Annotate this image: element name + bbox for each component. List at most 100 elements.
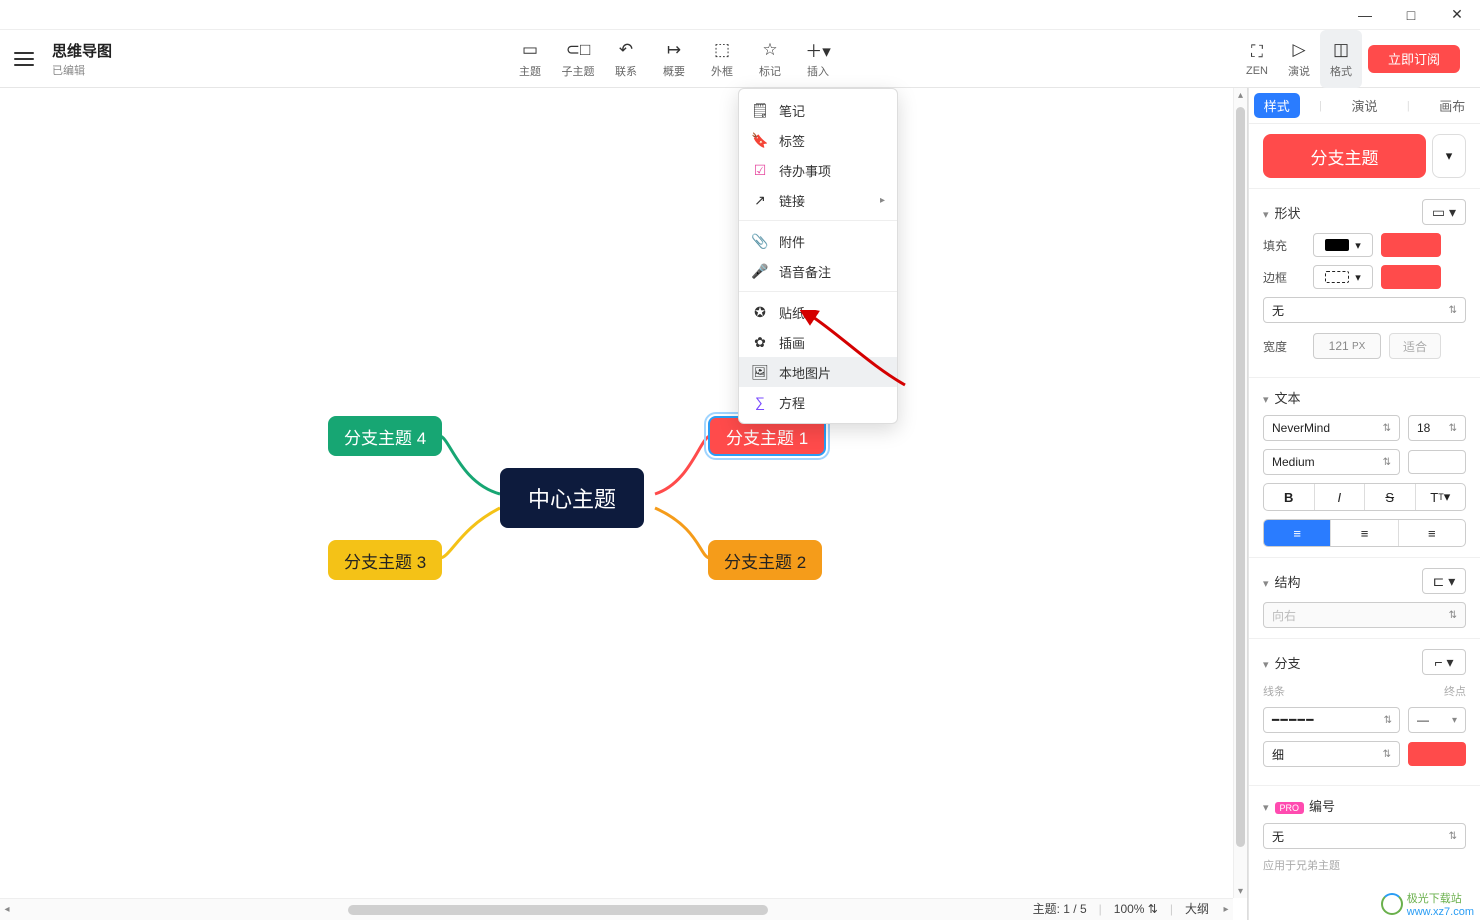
status-outline-toggle[interactable]: 大纲 (1185, 900, 1209, 917)
format-panel: 样式 | 演说 | 画布 分支主题 ▾ ▾形状 ▭ ▾ 填充 ▾ 边框 ▾ (1248, 88, 1480, 920)
node-branch-2[interactable]: 分支主题 2 (708, 540, 822, 580)
panel-icon: ◫ (1333, 39, 1349, 61)
text-align-buttons: ≡ ≡ ≡ (1263, 519, 1466, 547)
bold-button[interactable]: B (1264, 484, 1315, 510)
window-maximize-button[interactable]: □ (1388, 0, 1434, 30)
toolbar-present[interactable]: ▷演说 (1278, 30, 1320, 88)
tab-present[interactable]: 演说 (1341, 93, 1387, 118)
mindmap-canvas[interactable]: 中心主题 分支主题 1 分支主题 2 分支主题 3 分支主题 4 (0, 88, 1247, 920)
toolbar-format[interactable]: ◫格式 (1320, 30, 1362, 88)
status-zoom[interactable]: 100% ⇅ (1114, 902, 1158, 916)
toolbar-summary[interactable]: ↦概要 (650, 30, 698, 88)
vertical-scrollbar[interactable]: ▴ ▾ (1233, 88, 1247, 898)
font-family-select[interactable]: NeverMind⇅ (1263, 415, 1400, 441)
menu-link[interactable]: ↗链接▸ (739, 185, 897, 215)
node-center[interactable]: 中心主题 (500, 468, 644, 528)
toolbar-subtheme[interactable]: ⊂□子主题 (554, 30, 602, 88)
endpoint-select[interactable]: —▾ (1408, 707, 1466, 733)
document-title-area: 思维导图 已编辑 (48, 40, 112, 78)
branch-topic-dropdown[interactable]: ▾ (1432, 134, 1466, 178)
branch-shape-selector[interactable]: ⌐ ▾ (1422, 649, 1466, 675)
insert-dropdown: 🗒笔记 🔖标签 ☑待办事项 ↗链接▸ 📎附件 🎤语音备注 ✪贴纸 ✿插画 🖼本地… (738, 88, 898, 424)
menu-illustration[interactable]: ✿插画 (739, 327, 897, 357)
tab-canvas[interactable]: 画布 (1429, 93, 1475, 118)
align-right-button[interactable]: ≡ (1399, 520, 1465, 546)
equation-icon: ∑ (751, 394, 769, 410)
watermark-icon (1381, 893, 1403, 915)
scroll-right-icon[interactable]: ▸ (1219, 904, 1233, 915)
toolbar-zen[interactable]: ⛶ZEN (1236, 30, 1278, 88)
scroll-down-icon[interactable]: ▾ (1234, 884, 1247, 898)
vscroll-thumb[interactable] (1236, 107, 1245, 847)
play-icon: ▷ (1292, 39, 1305, 61)
menu-notes[interactable]: 🗒笔记 (739, 95, 897, 125)
menu-sticker[interactable]: ✪贴纸 (739, 297, 897, 327)
branch-topic-button[interactable]: 分支主题 (1263, 134, 1426, 178)
textcase-button[interactable]: TT ▾ (1416, 484, 1466, 510)
numbering-select[interactable]: 无⇅ (1263, 823, 1466, 849)
horizontal-scrollbar[interactable]: ◂ ▸ 主题: 1 / 5| 100% ⇅| 大纲 (0, 898, 1233, 920)
toolbar-boundary[interactable]: ⬚外框 (698, 30, 746, 88)
fit-button[interactable]: 适合 (1389, 333, 1441, 359)
menu-audio[interactable]: 🎤语音备注 (739, 256, 897, 286)
window-titlebar: — □ ✕ (0, 0, 1480, 30)
menu-button[interactable] (0, 52, 48, 66)
status-topic-count: 主题: 1 / 5 (1033, 900, 1087, 917)
menu-equation[interactable]: ∑方程 (739, 387, 897, 417)
line-style-select[interactable]: ━ ━ ━ ━ ━⇅ (1263, 707, 1400, 733)
fill-label: 填充 (1263, 237, 1305, 254)
node-branch-3[interactable]: 分支主题 3 (328, 540, 442, 580)
fill-color-picker[interactable]: ▾ (1313, 233, 1373, 257)
border-style-select[interactable]: 无⇅ (1263, 297, 1466, 323)
apply-siblings-label: 应用于兄弟主题 (1263, 857, 1466, 873)
menu-todo[interactable]: ☑待办事项 (739, 155, 897, 185)
window-close-button[interactable]: ✕ (1434, 0, 1480, 30)
border-style-picker[interactable]: ▾ (1313, 265, 1373, 289)
shape-selector[interactable]: ▭ ▾ (1422, 199, 1466, 225)
align-center-button[interactable]: ≡ (1331, 520, 1398, 546)
font-size-select[interactable]: 18⇅ (1408, 415, 1466, 441)
structure-selector[interactable]: ⊏ ▾ (1422, 568, 1466, 594)
tab-style[interactable]: 样式 (1254, 93, 1300, 118)
node-branch-4[interactable]: 分支主题 4 (328, 416, 442, 456)
scroll-left-icon[interactable]: ◂ (0, 904, 14, 915)
image-icon: 🖼 (751, 364, 769, 381)
sticker-icon: ✪ (751, 304, 769, 321)
scroll-up-icon[interactable]: ▴ (1234, 88, 1247, 102)
line-weight-select[interactable]: 细⇅ (1263, 741, 1400, 767)
toolbar-marker[interactable]: ☆标记 (746, 30, 794, 88)
attachment-icon: 📎 (751, 233, 769, 250)
font-color-swatch[interactable] (1408, 450, 1466, 474)
toolbar-insert[interactable]: ＋▾插入 (794, 30, 842, 88)
subtopic-icon: ⊂□ (566, 39, 591, 61)
canvas-wrap: 中心主题 分支主题 1 分支主题 2 分支主题 3 分支主题 4 🗒笔记 🔖标签… (0, 88, 1248, 920)
window-minimize-button[interactable]: — (1342, 0, 1388, 30)
section-shape: ▾形状 ▭ ▾ 填充 ▾ 边框 ▾ 无⇅ 宽度 121 PX 适合 (1249, 189, 1480, 378)
section-numbering: ▾PRO编号 无⇅ 应用于兄弟主题 (1249, 786, 1480, 883)
pro-badge: PRO (1275, 802, 1305, 814)
width-input[interactable]: 121 PX (1313, 333, 1381, 359)
toolbar-theme[interactable]: ▭主题 (506, 30, 554, 88)
italic-button[interactable]: I (1315, 484, 1366, 510)
direction-select[interactable]: 向右⇅ (1263, 602, 1466, 628)
watermark: 极光下载站www.xz7.com (1381, 890, 1474, 918)
subscribe-button[interactable]: 立即订阅 (1368, 45, 1460, 73)
insert-icon: ＋▾ (805, 39, 831, 61)
vscroll-track[interactable] (1234, 102, 1247, 884)
menu-separator (739, 220, 897, 221)
hscroll-thumb[interactable] (348, 905, 768, 915)
toolbar-relation[interactable]: ↶联系 (602, 30, 650, 88)
branch-color-swatch[interactable] (1408, 742, 1466, 766)
link-icon: ↗ (751, 192, 769, 209)
align-left-button[interactable]: ≡ (1264, 520, 1331, 546)
fill-color-swatch[interactable] (1381, 233, 1441, 257)
marker-icon: ☆ (762, 39, 777, 61)
border-color-swatch[interactable] (1381, 265, 1441, 289)
strike-button[interactable]: S (1365, 484, 1416, 510)
menu-label[interactable]: 🔖标签 (739, 125, 897, 155)
font-weight-select[interactable]: Medium⇅ (1263, 449, 1400, 475)
menu-separator (739, 291, 897, 292)
menu-local-image[interactable]: 🖼本地图片 (739, 357, 897, 387)
menu-attachment[interactable]: 📎附件 (739, 226, 897, 256)
main-toolbar: 思维导图 已编辑 ▭主题 ⊂□子主题 ↶联系 ↦概要 ⬚外框 ☆标记 ＋▾插入 … (0, 30, 1480, 88)
